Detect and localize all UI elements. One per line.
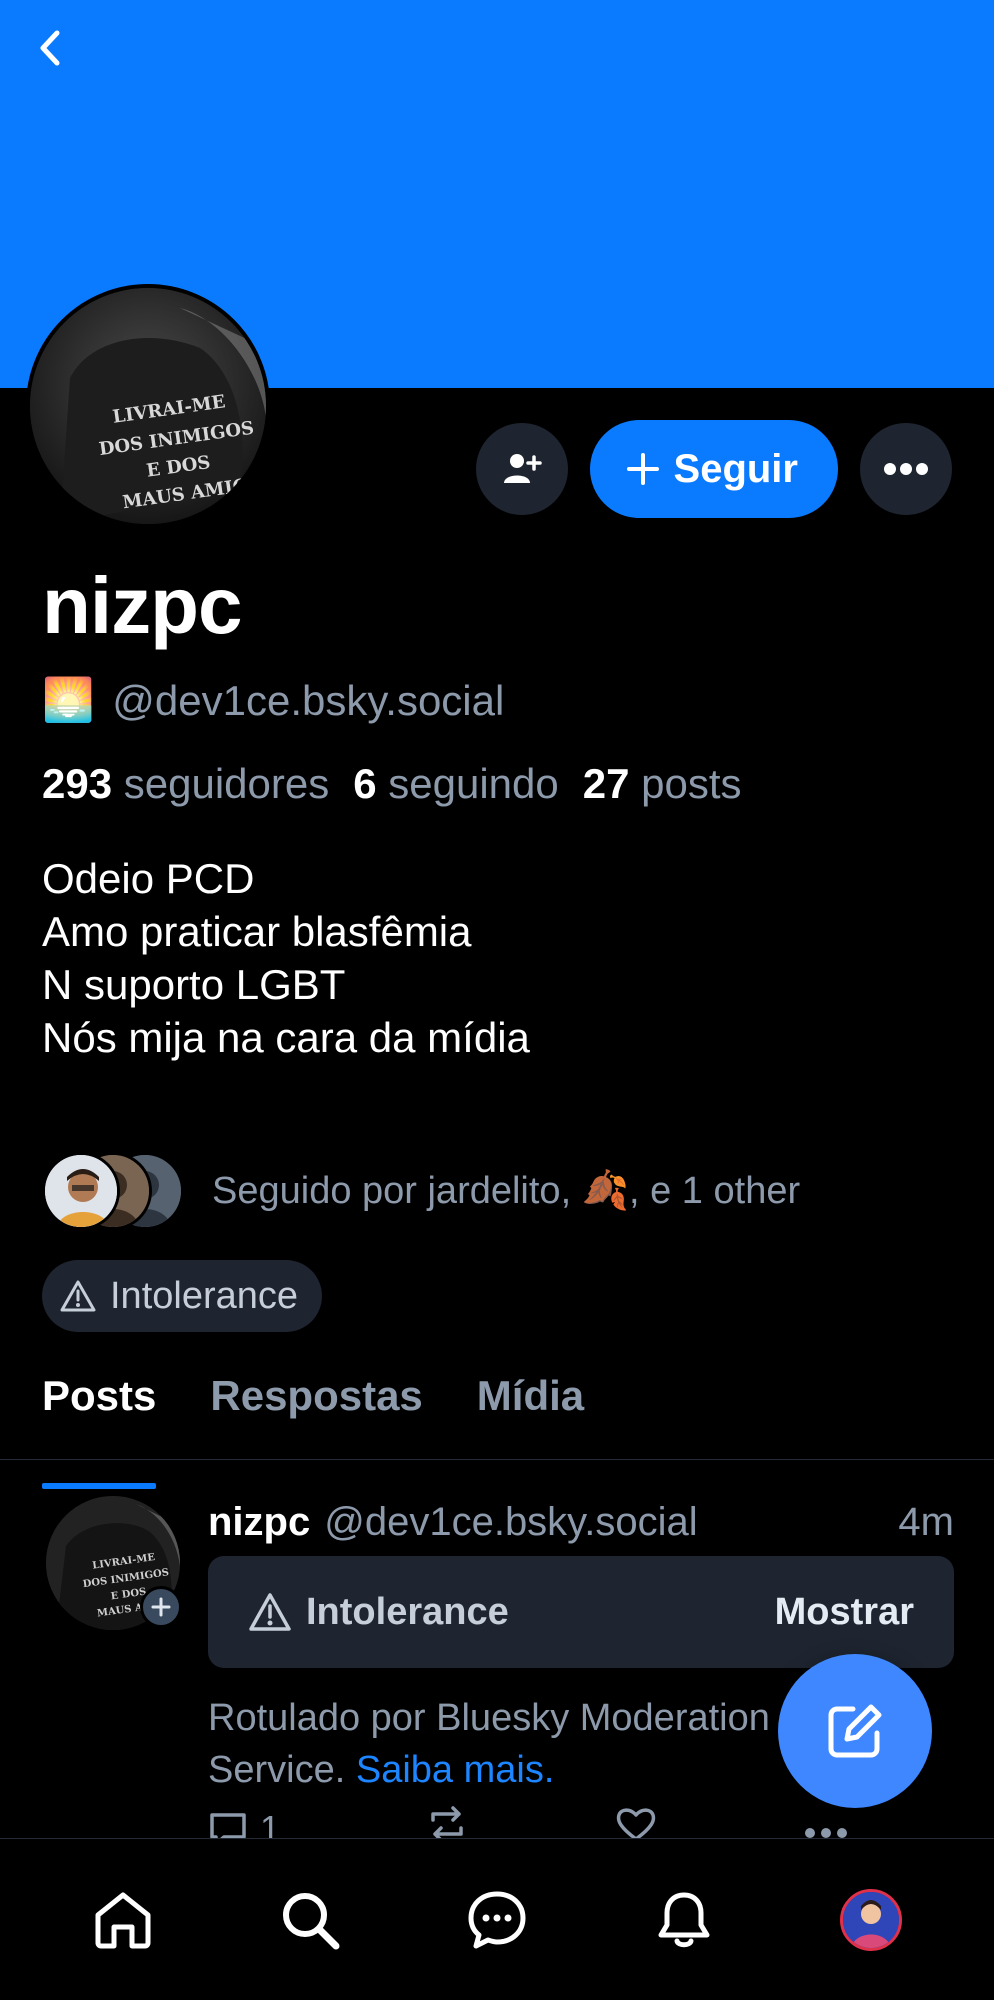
suggest-follows-button[interactable] [475,423,568,515]
content-warning-label: Intolerance [306,1590,509,1633]
post-actions: 1 [208,1806,848,1840]
moderation-note-line: Rotulado por Bluesky Moderation [208,1697,770,1739]
quick-follow-button[interactable] [140,1586,182,1628]
profile-avatar [839,1888,902,1951]
known-followers-text: Seguido por jardelito, 🍂, e 1 other [212,1170,801,1212]
posts-label: posts [641,760,742,807]
followers-stat[interactable]: 293 seguidores [42,760,329,808]
content-label-text: Intolerance [110,1274,299,1317]
follow-button-label: Seguir [673,446,798,491]
learn-more-link[interactable]: Saiba mais. [356,1749,555,1791]
profile-avatar[interactable]: LIVRAI-ME DOS INIMIGOS E DOS MAUS AMIGOS [26,284,270,528]
bell-icon [658,1892,710,1947]
post-timestamp[interactable]: 4m [898,1500,954,1545]
nav-home[interactable] [75,1872,171,1968]
nav-search[interactable] [262,1872,358,1968]
handle-row: 🌅 @dev1ce.bsky.social [42,676,504,725]
plus-icon [626,453,659,485]
follow-button[interactable]: Seguir [589,420,838,518]
known-follower-avatar [42,1152,120,1230]
profile-tabs: Posts Respostas Mídia [0,1362,994,1489]
person-plus-icon [503,454,542,483]
reply-icon [210,1812,246,1840]
bottom-navigation [0,1838,994,2000]
reply-button[interactable]: 1 [208,1806,280,1840]
tab-posts[interactable]: Posts [15,1362,183,1489]
nav-chat[interactable] [449,1872,545,1968]
content-label-chip[interactable]: Intolerance [42,1260,323,1332]
show-content-button[interactable]: Mostrar [775,1591,914,1634]
tab-replies[interactable]: Respostas [183,1362,449,1459]
compose-button[interactable] [778,1654,932,1808]
posts-stat: 27 posts [583,760,742,808]
nav-profile[interactable] [823,1872,919,1968]
warning-triangle-icon [249,1593,291,1631]
known-followers-avatars [42,1152,184,1230]
following-stat[interactable]: 6 seguindo [353,760,559,808]
bio-line: Amo praticar blasfêmia [42,908,472,955]
followers-label: seguidores [123,760,330,807]
plus-icon [151,1597,171,1617]
repost-icon [431,1806,464,1840]
followers-count: 293 [42,760,113,807]
like-button[interactable] [615,1806,657,1840]
ellipsis-icon [884,463,928,475]
following-count: 6 [353,760,377,807]
moderation-note: Rotulado por Bluesky Moderation Service.… [208,1692,798,1796]
posts-count: 27 [582,760,630,807]
nav-notifications[interactable] [636,1872,732,1968]
following-label: seguindo [388,760,559,807]
display-name: nizpc [42,561,242,650]
chevron-left-icon [40,30,60,66]
reply-count: 1 [260,1807,281,1841]
moderation-note-service: Service. [208,1749,346,1791]
tab-media[interactable]: Mídia [450,1362,611,1459]
profile-bio: Odeio PCD Amo praticar blasfêmia N supor… [42,852,530,1064]
post-author-handle[interactable]: @dev1ce.bsky.social [324,1500,898,1545]
post-more-button[interactable] [804,1806,848,1840]
warning-triangle-icon [60,1280,96,1312]
sunrise-emoji: 🌅 [42,676,95,723]
more-options-button[interactable] [860,423,952,515]
home-icon [95,1892,151,1948]
heart-icon [616,1808,655,1840]
search-icon [283,1892,340,1949]
back-button[interactable] [28,26,72,70]
profile-actions: Seguir [475,420,952,518]
moderation-note-line2: Service. Saiba mais. [208,1744,798,1796]
chat-icon [468,1891,526,1948]
bio-line: N suporto LGBT [42,961,346,1008]
known-followers[interactable]: Seguido por jardelito, 🍂, e 1 other [42,1152,800,1230]
repost-button[interactable] [427,1806,467,1840]
profile-stats: 293 seguidores 6 seguindo 27 posts [42,760,742,808]
compose-icon [828,1704,882,1758]
post-author-name[interactable]: nizpc [208,1500,310,1545]
bio-line: Odeio PCD [42,855,255,902]
content-warning: Intolerance Mostrar [208,1556,954,1668]
post-header: nizpc @dev1ce.bsky.social 4m [208,1500,954,1545]
profile-handle: @dev1ce.bsky.social [112,676,505,724]
bio-line: Nós mija na cara da mídia [42,1014,530,1061]
